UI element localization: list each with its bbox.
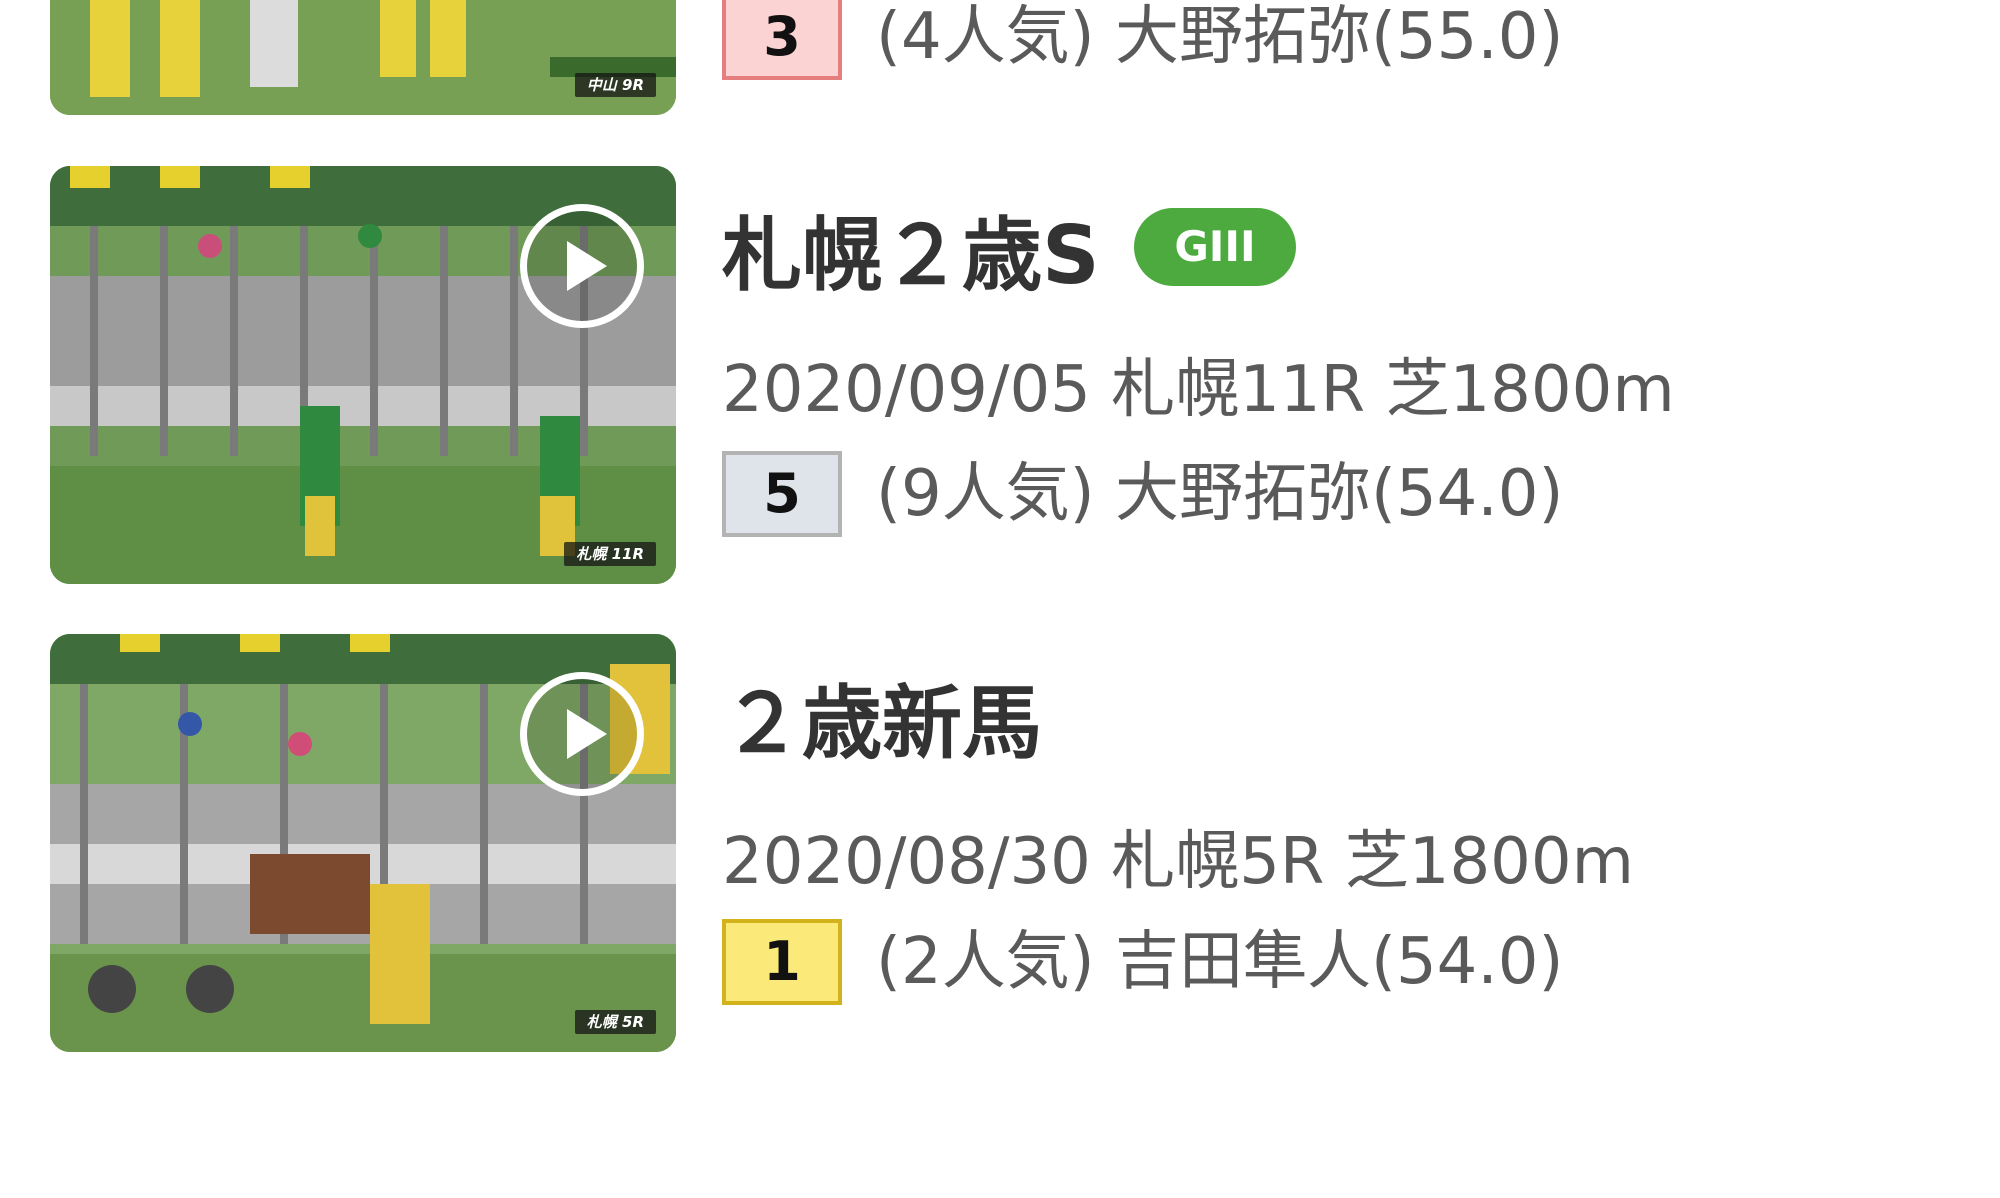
race-result-text: (2人気) 吉田隼人(54.0) — [876, 925, 1564, 999]
post-number-badge: 3 — [722, 0, 842, 80]
race-result-text: (9人気) 大野拓弥(54.0) — [876, 457, 1564, 531]
starting-gate-image — [50, 0, 676, 115]
post-number-badge: 1 — [722, 919, 842, 1005]
race-item-2sai-shinba[interactable]: 札幌 5R ２歳新馬 2020/08/30 札幌5R 芝1800m 1 (2人気… — [50, 634, 1950, 1052]
race-channel-tag: 中山 9R — [574, 73, 656, 97]
race-result-row: 5 (9人気) 大野拓弥(54.0) — [722, 446, 1563, 542]
race-video-thumbnail[interactable]: 札幌 11R — [50, 166, 676, 584]
race-video-thumbnail[interactable]: 中山 9R — [50, 0, 676, 115]
race-item-sapporo-2sai-s[interactable]: 札幌 11R 札幌２歳S GIII 2020/09/05 札幌11R 芝1800… — [50, 166, 1950, 584]
post-number-badge: 5 — [722, 451, 842, 537]
race-meta: 2020/08/30 札幌5R 芝1800m — [722, 825, 1634, 899]
race-history-list: 中山 9R 3 (4人気) 大野拓弥(55.0) 札幌 11R 札幌２歳S GI… — [0, 0, 2000, 1198]
race-title: 札幌２歳S — [722, 209, 1100, 302]
play-icon[interactable] — [520, 204, 644, 328]
race-channel-tag: 札幌 5R — [574, 1010, 656, 1034]
race-title: ２歳新馬 — [722, 677, 1042, 770]
race-result-row: 3 (4人気) 大野拓弥(55.0) — [722, 0, 1563, 85]
race-meta: 2020/09/05 札幌11R 芝1800m — [722, 353, 1675, 427]
race-item-partial[interactable]: 中山 9R 3 (4人気) 大野拓弥(55.0) — [50, 0, 1950, 115]
race-channel-tag: 札幌 11R — [564, 542, 656, 566]
race-result-text: (4人気) 大野拓弥(55.0) — [876, 0, 1564, 74]
grade-badge: GIII — [1134, 208, 1296, 286]
play-icon[interactable] — [520, 672, 644, 796]
race-result-row: 1 (2人気) 吉田隼人(54.0) — [722, 914, 1563, 1010]
race-video-thumbnail[interactable]: 札幌 5R — [50, 634, 676, 1052]
